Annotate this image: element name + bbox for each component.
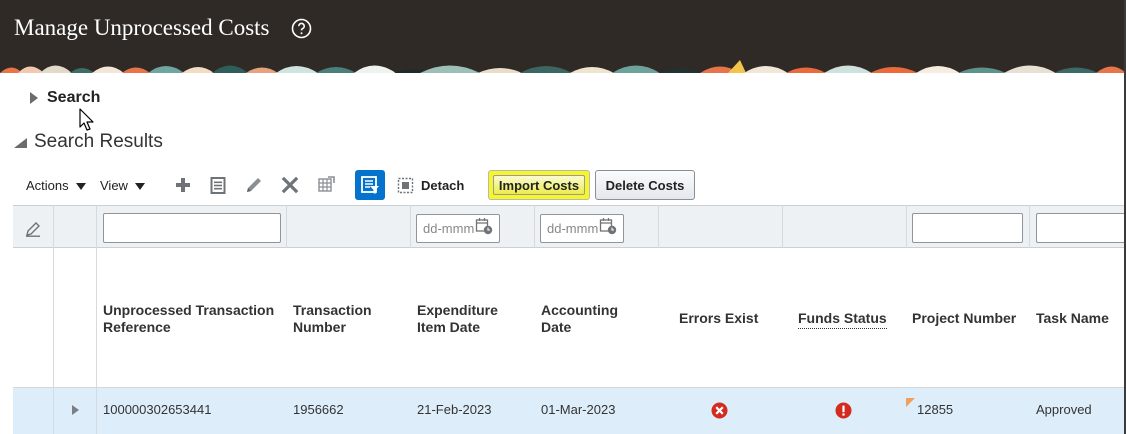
import-costs-label: Import Costs bbox=[498, 177, 580, 193]
column-header-expenditure-date[interactable]: Expenditure Item Date bbox=[417, 302, 517, 336]
mouse-cursor-icon bbox=[79, 108, 94, 131]
results-table: dd-mmm dd-mmm Unprocessed Transaction Re… bbox=[13, 205, 1126, 434]
delete-costs-button[interactable]: Delete Costs bbox=[595, 170, 695, 200]
row-expand-icon[interactable] bbox=[72, 405, 79, 415]
column-divider bbox=[1029, 205, 1030, 248]
cell-accounting-date: 01-Mar-2023 bbox=[541, 402, 616, 417]
results-collapse-icon[interactable] bbox=[14, 138, 27, 148]
page-title: Manage Unprocessed Costs bbox=[14, 15, 270, 40]
column-header-project-number[interactable]: Project Number bbox=[912, 310, 1016, 327]
chevron-down-icon[interactable] bbox=[76, 183, 86, 190]
search-results-title: Search Results bbox=[34, 131, 163, 152]
clear-filter-pencil-icon[interactable] bbox=[25, 221, 41, 237]
calendar-icon[interactable] bbox=[475, 217, 493, 235]
column-divider bbox=[410, 205, 411, 248]
cell-reference: 100000302653441 bbox=[103, 402, 212, 417]
column-header-accounting-date[interactable]: Accounting Date bbox=[541, 302, 636, 336]
column-divider bbox=[96, 205, 97, 434]
column-header-errors-exist[interactable]: Errors Exist bbox=[679, 310, 758, 327]
actions-menu[interactable]: Actions bbox=[26, 178, 69, 193]
filter-row: dd-mmm dd-mmm bbox=[13, 205, 1126, 248]
task-filter-input[interactable] bbox=[1036, 213, 1126, 243]
decorative-banner bbox=[0, 58, 1126, 73]
calendar-icon[interactable] bbox=[599, 217, 617, 235]
search-section-title[interactable]: Search bbox=[47, 89, 100, 107]
column-header-task-name[interactable]: Task Name bbox=[1036, 310, 1109, 327]
detach-button[interactable]: Detach bbox=[421, 178, 464, 193]
edit-pencil-icon[interactable] bbox=[244, 175, 264, 195]
page-header: Manage Unprocessed Costs bbox=[0, 0, 1126, 58]
cell-project-number: 12855 bbox=[917, 402, 954, 417]
cell-expenditure-date: 21-Feb-2023 bbox=[417, 402, 492, 417]
column-header-transaction-number[interactable]: Transaction Number bbox=[293, 302, 388, 336]
detach-icon[interactable] bbox=[397, 177, 414, 194]
column-divider bbox=[782, 205, 783, 248]
query-by-example-icon bbox=[361, 176, 379, 194]
error-x-icon bbox=[711, 402, 728, 419]
project-filter-input[interactable] bbox=[912, 213, 1023, 243]
view-menu[interactable]: View bbox=[100, 178, 128, 193]
chevron-down-icon[interactable] bbox=[135, 183, 145, 190]
column-divider bbox=[534, 205, 535, 248]
warning-exclamation-icon bbox=[835, 402, 852, 419]
help-circle-icon[interactable] bbox=[291, 18, 312, 39]
cell-transaction-number: 1956662 bbox=[293, 402, 344, 417]
cell-task-name: Approved bbox=[1036, 402, 1092, 417]
add-icon[interactable] bbox=[173, 175, 193, 195]
import-costs-button[interactable]: Import Costs bbox=[488, 170, 590, 200]
details-icon[interactable] bbox=[208, 175, 228, 195]
reference-filter-input[interactable] bbox=[103, 213, 281, 243]
column-divider bbox=[53, 205, 54, 434]
column-divider bbox=[906, 205, 907, 248]
column-divider bbox=[286, 205, 287, 248]
column-divider bbox=[658, 205, 659, 248]
freeze-filter-button[interactable] bbox=[355, 170, 385, 200]
delete-x-icon[interactable] bbox=[280, 175, 300, 195]
export-table-icon[interactable] bbox=[316, 175, 336, 195]
column-header-funds-status[interactable]: Funds Status bbox=[798, 310, 887, 329]
changed-indicator-icon bbox=[906, 398, 915, 407]
column-header-reference[interactable]: Unprocessed Transaction Reference bbox=[103, 302, 285, 336]
search-expand-icon[interactable] bbox=[29, 92, 39, 104]
